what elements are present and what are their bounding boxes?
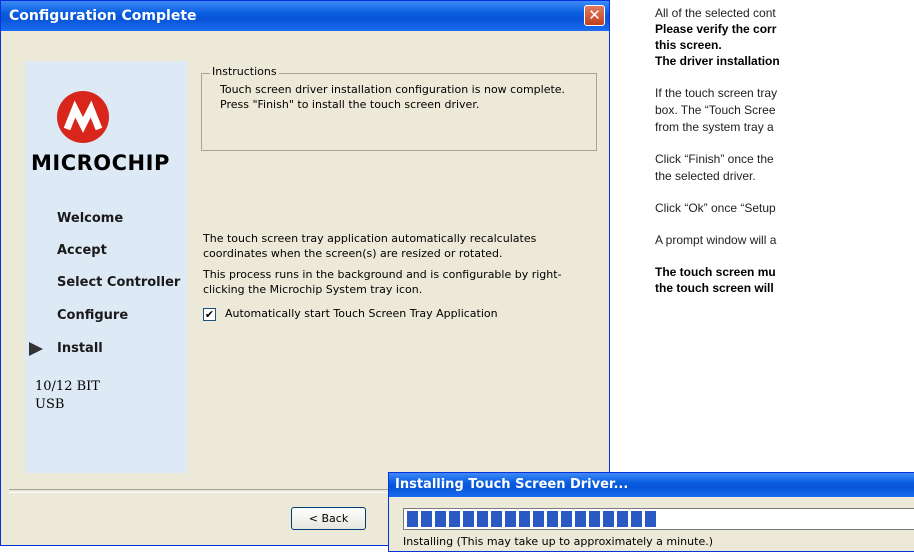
progress-segment <box>575 511 586 527</box>
tray-app-description: The touch screen tray application automa… <box>203 232 537 260</box>
progress-segment <box>603 511 614 527</box>
install-progress-dialog: Installing Touch Screen Driver... Instal… <box>388 472 914 552</box>
document-line: the touch screen will <box>655 281 774 295</box>
document-line: The driver installation <box>655 54 780 68</box>
document-line: A prompt window will a <box>655 233 777 247</box>
document-line: If the touch screen tray <box>655 86 778 100</box>
sidebar-item-select-controller: Select Controller <box>57 275 181 290</box>
document-line: Please verify the corr <box>655 22 777 36</box>
tray-app-config-note: This process runs in the background and … <box>203 268 562 296</box>
sidebar: MICROCHIP Welcome Accept Select Controll… <box>25 61 187 473</box>
progress-segment <box>463 511 474 527</box>
current-step-arrow-icon <box>29 342 43 356</box>
sidebar-item-install: Install <box>57 341 103 356</box>
install-progress-bar <box>403 508 914 530</box>
progress-status-text: Installing (This may take up to approxim… <box>403 535 713 548</box>
progress-dialog-title[interactable]: Installing Touch Screen Driver... <box>389 473 914 497</box>
progress-segment <box>505 511 516 527</box>
document-line: The touch screen mu <box>655 265 776 279</box>
brand-name: MICROCHIP <box>31 151 170 175</box>
progress-segment <box>617 511 628 527</box>
progress-segment <box>519 511 530 527</box>
document-line: this screen. <box>655 38 722 52</box>
document-line: All of the selected cont <box>655 6 776 20</box>
progress-segment <box>407 511 418 527</box>
device-interface: USB <box>35 397 65 412</box>
device-bits: 10/12 BIT <box>35 379 100 394</box>
progress-segment <box>645 511 656 527</box>
progress-segment <box>533 511 544 527</box>
microchip-logo-icon <box>57 91 109 143</box>
auto-start-checkbox[interactable]: ✔ <box>203 308 216 321</box>
progress-segment <box>547 511 558 527</box>
close-button[interactable]: ✕ <box>584 5 605 26</box>
sidebar-item-accept: Accept <box>57 243 107 258</box>
back-button[interactable]: < Back <box>291 507 366 530</box>
document-line: from the system tray a <box>655 120 774 134</box>
progress-segment <box>631 511 642 527</box>
progress-segment <box>449 511 460 527</box>
auto-start-label[interactable]: Automatically start Touch Screen Tray Ap… <box>225 307 498 320</box>
progress-segment <box>491 511 502 527</box>
sidebar-item-welcome: Welcome <box>57 211 124 226</box>
progress-segment <box>561 511 572 527</box>
progress-segment <box>421 511 432 527</box>
sidebar-item-configure: Configure <box>57 308 129 323</box>
close-icon: ✕ <box>588 6 601 24</box>
window-title: Configuration Complete <box>9 8 197 24</box>
document-line: Click “Ok” once “Setup <box>655 201 776 215</box>
instructions-group: Instructions Touch screen driver install… <box>201 65 597 151</box>
progress-segment <box>477 511 488 527</box>
progress-segment <box>435 511 446 527</box>
instructions-legend: Instructions <box>210 65 279 78</box>
document-line: box. The “Touch Scree <box>655 103 776 117</box>
document-line: Click “Finish” once the <box>655 152 774 166</box>
progress-segment <box>589 511 600 527</box>
configuration-window: Configuration Complete ✕ MICROCHIP Welco… <box>0 0 610 546</box>
document-line: the selected driver. <box>655 169 756 183</box>
checkmark-icon: ✔ <box>204 308 215 321</box>
window-title-bar[interactable]: Configuration Complete <box>1 1 609 31</box>
instructions-text: Touch screen driver installation configu… <box>220 83 566 111</box>
